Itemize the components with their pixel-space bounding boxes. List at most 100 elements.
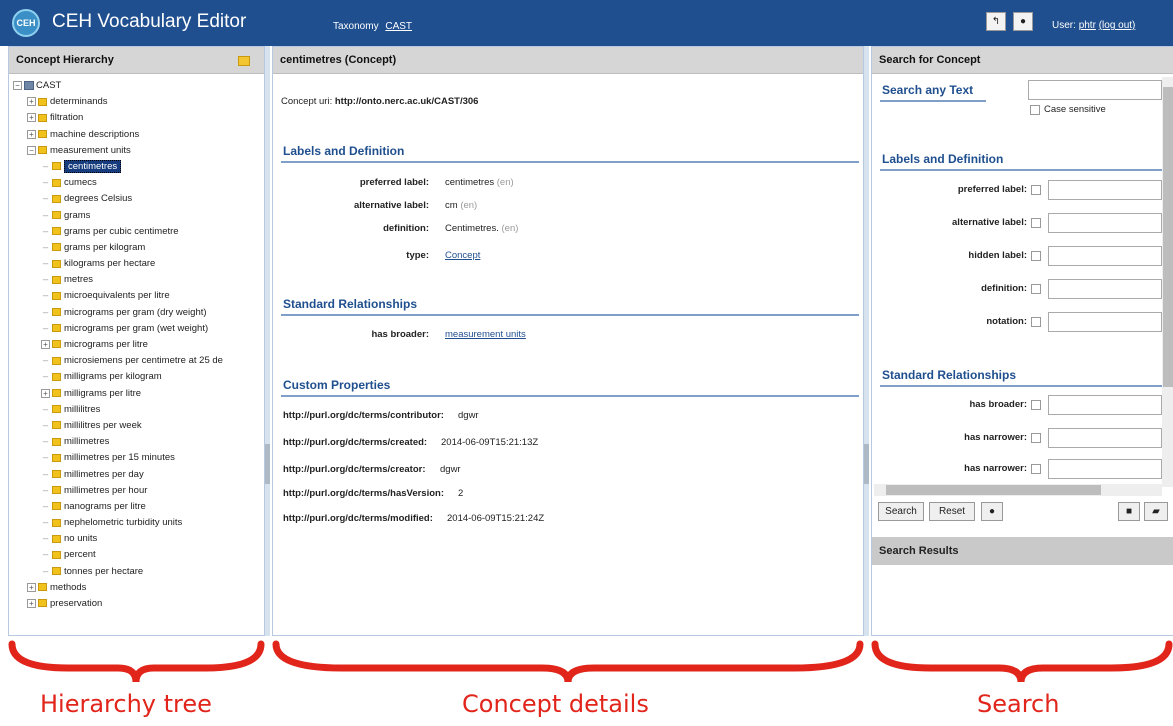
search-field-input[interactable]	[1048, 279, 1162, 299]
tree-node-label[interactable]: kilograms per hectare	[64, 258, 155, 269]
clear-button[interactable]: ●	[981, 502, 1003, 521]
tree-node-label[interactable]: millilitres	[64, 404, 100, 415]
search-any-text-input[interactable]	[1028, 80, 1162, 100]
collapse-icon[interactable]: −	[27, 145, 36, 155]
settings-button[interactable]: ●	[1013, 12, 1033, 31]
tree-node-label[interactable]: centimetres	[64, 159, 122, 173]
tree-item[interactable]: + milligrams per litre	[13, 386, 264, 402]
tree-item[interactable]: – percent	[13, 547, 264, 563]
tree-item[interactable]: + filtration	[13, 110, 264, 126]
tree-item[interactable]: – millimetres	[13, 434, 264, 450]
tree-node-label[interactable]: determinands	[50, 96, 108, 107]
undo-button[interactable]: ↰	[986, 12, 1006, 31]
expand-icon[interactable]: +	[27, 97, 36, 107]
tree-item[interactable]: – nanograms per litre	[13, 499, 264, 515]
search-field-input[interactable]	[1048, 246, 1162, 266]
tree-item[interactable]: + preservation	[13, 596, 264, 612]
tree-item[interactable]: – metres	[13, 272, 264, 288]
expand-icon[interactable]: +	[27, 113, 36, 123]
tree-node-label[interactable]: preservation	[50, 598, 102, 609]
user-name-link[interactable]: phtr	[1079, 20, 1096, 31]
search-field-input[interactable]	[1048, 213, 1162, 233]
search-field-input[interactable]	[1048, 180, 1162, 200]
tree-item[interactable]: – micrograms per gram (dry weight)	[13, 305, 264, 321]
search-button[interactable]: Search	[878, 502, 924, 521]
tree-node-label[interactable]: machine descriptions	[50, 129, 139, 140]
tree-node-label[interactable]: millimetres	[64, 436, 109, 447]
tree-item[interactable]: – millilitres	[13, 402, 264, 418]
tree-node-label[interactable]: metres	[64, 274, 93, 285]
tree-node-label[interactable]: micrograms per gram (wet weight)	[64, 323, 208, 334]
tree-item[interactable]: + methods	[13, 580, 264, 596]
search-field-checkbox[interactable]	[1031, 251, 1041, 261]
tree-item[interactable]: – millimetres per 15 minutes	[13, 450, 264, 466]
tree-item[interactable]: – milligrams per kilogram	[13, 369, 264, 385]
tree-item[interactable]: – grams per cubic centimetre	[13, 224, 264, 240]
logout-link[interactable]: (log out)	[1099, 20, 1136, 31]
search-horizontal-scrollbar[interactable]	[874, 484, 1162, 496]
tree-node-label[interactable]: milligrams per kilogram	[64, 371, 162, 382]
tree-node-label[interactable]: no units	[64, 533, 97, 544]
tree-item[interactable]: + determinands	[13, 94, 264, 110]
taxonomy-link[interactable]: CAST	[385, 21, 412, 32]
search-field-checkbox[interactable]	[1031, 464, 1041, 474]
has-broader-link[interactable]: measurement units	[445, 329, 526, 340]
tree-node-label[interactable]: degrees Celsius	[64, 193, 132, 204]
tree-node-label[interactable]: milligrams per litre	[64, 388, 141, 399]
expand-icon[interactable]: +	[27, 129, 36, 139]
tree-item[interactable]: – millilitres per week	[13, 418, 264, 434]
tree-node-label[interactable]: nephelometric turbidity units	[64, 517, 182, 528]
tree-item[interactable]: – cumecs	[13, 175, 264, 191]
tree-item[interactable]: – grams per kilogram	[13, 240, 264, 256]
search-field-input[interactable]	[1048, 395, 1162, 415]
search-field-checkbox[interactable]	[1031, 400, 1041, 410]
expand-icon[interactable]: +	[41, 388, 50, 398]
tree-node-label[interactable]: measurement units	[50, 145, 131, 156]
tree-item[interactable]: – kilograms per hectare	[13, 256, 264, 272]
tree-item[interactable]: – degrees Celsius	[13, 191, 264, 207]
tree-root-cast[interactable]: − CAST	[13, 78, 264, 94]
tree-item[interactable]: – millimetres per hour	[13, 483, 264, 499]
search-field-checkbox[interactable]	[1031, 433, 1041, 443]
search-vertical-scrollbar[interactable]	[1162, 77, 1173, 487]
tree-node-label[interactable]: grams per kilogram	[64, 242, 145, 253]
tree-node-label[interactable]: cumecs	[64, 177, 97, 188]
tree-node-label[interactable]: microequivalents per litre	[64, 290, 170, 301]
tree-item-selected[interactable]: – centimetres	[13, 159, 264, 175]
tree-node-label[interactable]: millilitres per week	[64, 420, 142, 431]
tree-item[interactable]: – nephelometric turbidity units	[13, 515, 264, 531]
collapse-icon[interactable]: −	[13, 80, 22, 90]
tree-item[interactable]: – tonnes per hectare	[13, 564, 264, 580]
tree-node-label[interactable]: millimetres per hour	[64, 485, 147, 496]
save-search-button[interactable]: ■	[1118, 502, 1140, 521]
search-field-checkbox[interactable]	[1031, 185, 1041, 195]
search-field-checkbox[interactable]	[1031, 317, 1041, 327]
type-link[interactable]: Concept	[445, 250, 480, 261]
tree-node-label[interactable]: micrograms per gram (dry weight)	[64, 307, 207, 318]
tree-item[interactable]: – no units	[13, 531, 264, 547]
tree-item[interactable]: – millimetres per day	[13, 467, 264, 483]
search-field-checkbox[interactable]	[1031, 284, 1041, 294]
right-splitter[interactable]	[864, 46, 869, 636]
tree-node-label[interactable]: methods	[50, 582, 86, 593]
search-field-checkbox[interactable]	[1031, 218, 1041, 228]
expand-icon[interactable]: +	[41, 339, 50, 349]
search-field-input[interactable]	[1048, 428, 1162, 448]
tree-node-label[interactable]: grams per cubic centimetre	[64, 226, 179, 237]
tree-node-label[interactable]: percent	[64, 549, 96, 560]
tree-item[interactable]: – microsiemens per centimetre at 25 de	[13, 353, 264, 369]
tree-node-label[interactable]: microsiemens per centimetre at 25 de	[64, 355, 223, 366]
open-search-button[interactable]: ▰	[1144, 502, 1168, 521]
tree-item[interactable]: – microequivalents per litre	[13, 288, 264, 304]
tree-node-label[interactable]: micrograms per litre	[64, 339, 148, 350]
tree-item[interactable]: – micrograms per gram (wet weight)	[13, 321, 264, 337]
tree-node-label[interactable]: filtration	[50, 112, 83, 123]
expand-icon[interactable]: +	[27, 582, 36, 592]
left-splitter[interactable]	[265, 46, 270, 636]
tree-item[interactable]: – grams	[13, 208, 264, 224]
tree-node-label[interactable]: millimetres per 15 minutes	[64, 452, 175, 463]
tree-node-label[interactable]: CAST	[36, 80, 61, 91]
tree-item[interactable]: + machine descriptions	[13, 127, 264, 143]
tree-node-label[interactable]: grams	[64, 210, 90, 221]
tree-node-label[interactable]: tonnes per hectare	[64, 566, 143, 577]
